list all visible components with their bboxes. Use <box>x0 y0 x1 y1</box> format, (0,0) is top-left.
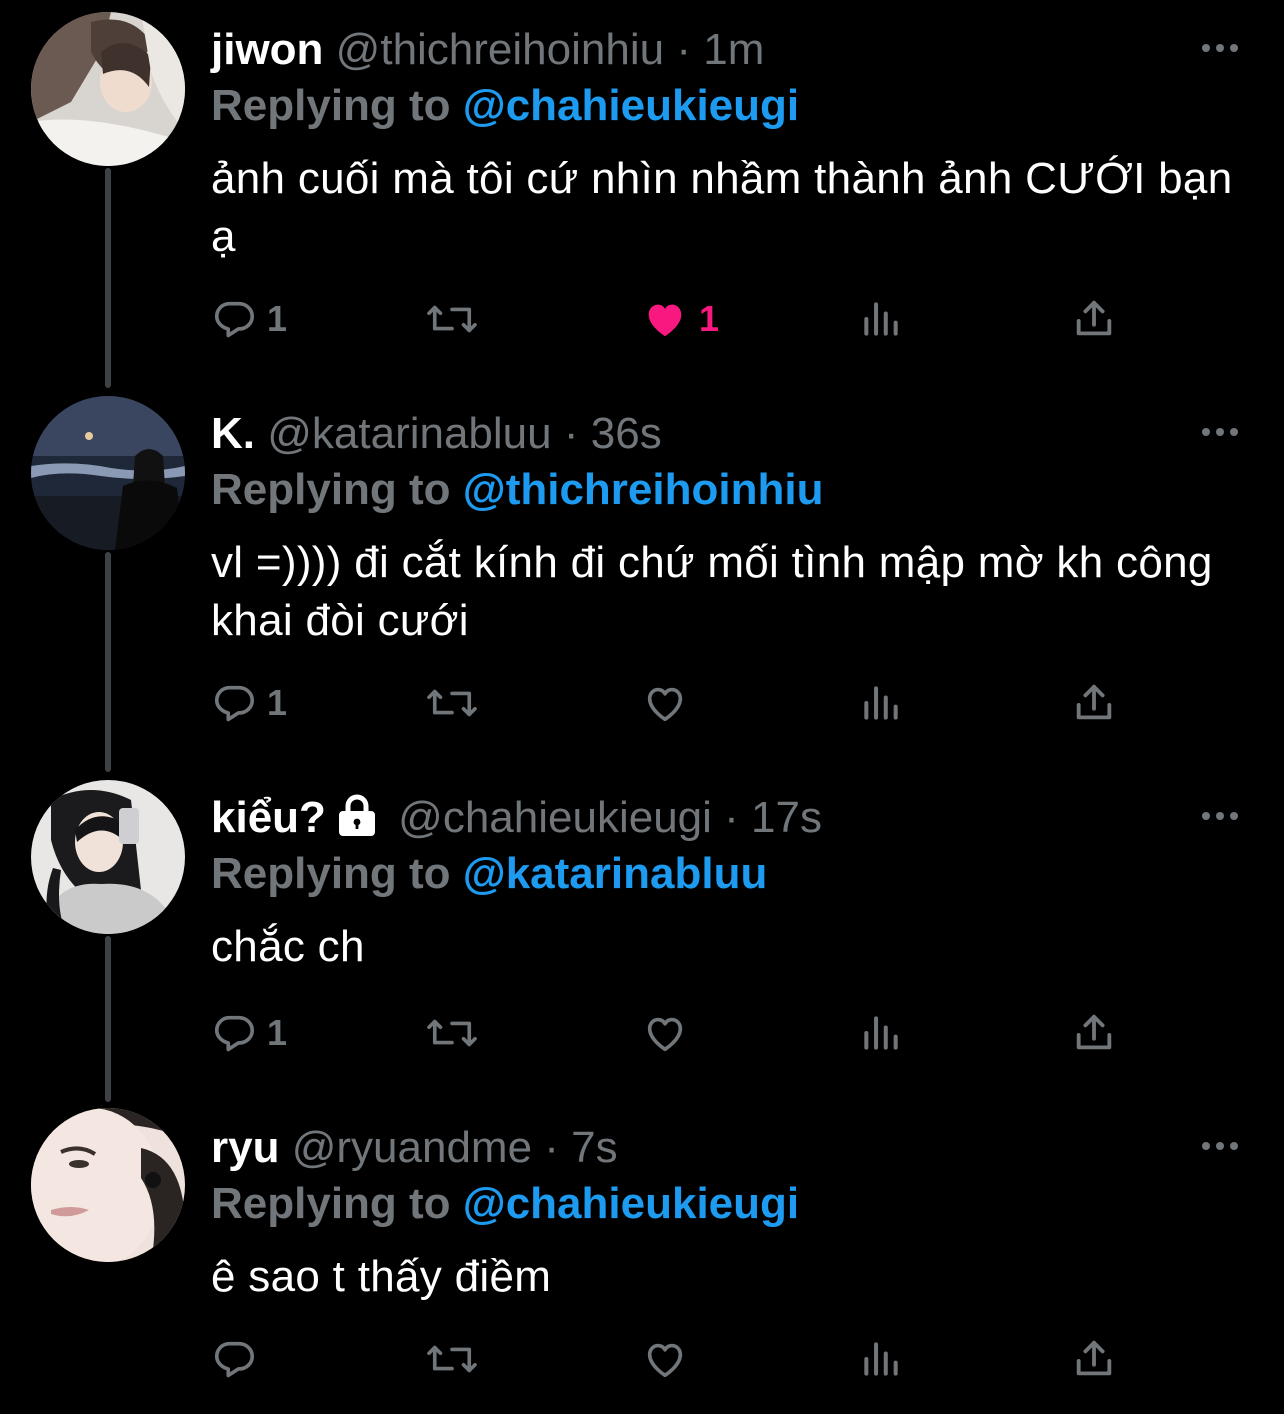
share-button[interactable] <box>1071 1008 1117 1058</box>
display-name[interactable]: K. <box>211 409 255 458</box>
user-handle[interactable]: @thichreihoinhiu <box>336 25 664 74</box>
share-button[interactable] <box>1071 294 1117 344</box>
tweet-header: K. @katarinabluu · 36s <box>211 408 662 460</box>
retweet-icon <box>427 305 477 333</box>
retweet-button[interactable] <box>423 1334 491 1384</box>
replying-to: Replying to @katarinabluu <box>211 848 767 900</box>
retweet-button[interactable] <box>423 1008 491 1058</box>
share-upload-icon <box>1076 300 1112 336</box>
heart-icon <box>647 1343 683 1378</box>
heart-icon <box>647 687 683 722</box>
tweet[interactable]: jiwon @thichreihoinhiu · 1m Replying to … <box>0 10 1284 390</box>
reply-mention-link[interactable]: @katarinabluu <box>463 849 768 898</box>
tweet[interactable]: kiểu? @chahieukieugi · 17s Replying to @… <box>0 778 1284 1104</box>
reply-mention-link[interactable]: @chahieukieugi <box>463 1179 799 1228</box>
views-button[interactable] <box>859 678 903 728</box>
user-handle[interactable]: @ryuandme <box>292 1123 532 1172</box>
heart-icon <box>648 304 682 337</box>
reply-count: 1 <box>267 1012 288 1053</box>
reply-count: 1 <box>267 682 288 723</box>
share-upload-icon <box>1076 684 1112 720</box>
more-horizontal-icon[interactable] <box>1198 1132 1242 1160</box>
tweet-text: vl =)))) đi cắt kính đi chứ mối tình mập… <box>211 538 1213 645</box>
like-button[interactable] <box>641 1334 699 1384</box>
display-name[interactable]: jiwon <box>211 25 323 74</box>
timestamp[interactable]: 17s <box>751 793 822 842</box>
timestamp[interactable]: 7s <box>571 1123 617 1172</box>
heart-icon <box>647 1017 683 1052</box>
replying-to-label: Replying to <box>211 81 451 130</box>
tweet-actions <box>211 1334 1131 1384</box>
conversation-thread: jiwon @thichreihoinhiu · 1m Replying to … <box>0 0 1284 1414</box>
more-horizontal-icon[interactable] <box>1198 418 1242 446</box>
replying-to: Replying to @chahieukieugi <box>211 80 799 132</box>
lock-icon <box>338 794 375 836</box>
reply-mention-link[interactable]: @chahieukieugi <box>463 81 799 130</box>
separator-dot: · <box>676 25 691 74</box>
retweet-icon <box>427 1345 477 1373</box>
tweet-header: jiwon @thichreihoinhiu · 1m <box>211 24 764 76</box>
tweet-text: ê sao t thấy điềm <box>211 1252 552 1301</box>
like-count: 1 <box>699 298 720 339</box>
tweet-header: kiểu? @chahieukieugi · 17s <box>211 792 822 844</box>
like-button[interactable]: 1 <box>641 294 719 344</box>
reply-bubble-icon <box>214 301 255 338</box>
user-handle[interactable]: @katarinabluu <box>267 409 551 458</box>
tweet-actions: 1 <box>211 1008 1131 1058</box>
reply-button[interactable]: 1 <box>211 1008 287 1058</box>
like-button[interactable] <box>641 678 699 728</box>
tweet-text: chắc ch <box>211 922 365 971</box>
retweet-icon <box>427 1019 477 1047</box>
replying-to-label: Replying to <box>211 849 451 898</box>
replying-to-label: Replying to <box>211 1179 451 1228</box>
tweet-actions: 1 <box>211 678 1131 728</box>
share-button[interactable] <box>1071 678 1117 728</box>
separator-dot: · <box>563 409 579 458</box>
display-name[interactable]: ryu <box>211 1123 279 1172</box>
tweet-header: ryu @ryuandme · 7s <box>211 1122 618 1174</box>
reply-count: 1 <box>267 298 288 339</box>
reply-bubble-icon <box>214 1341 255 1378</box>
separator-dot: · <box>544 1123 559 1172</box>
reply-mention-link[interactable]: @thichreihoinhiu <box>463 465 824 514</box>
tweet-text: ảnh cuối mà tôi cứ nhìn nhầm thành ảnh C… <box>211 154 1233 261</box>
reply-bubble-icon <box>214 1015 255 1052</box>
analytics-bars-icon <box>864 302 898 336</box>
user-handle[interactable]: @chahieukieugi <box>398 793 712 842</box>
separator-dot: · <box>724 793 739 842</box>
views-button[interactable] <box>859 294 903 344</box>
replying-to: Replying to @chahieukieugi <box>211 1178 799 1230</box>
views-button[interactable] <box>859 1334 903 1384</box>
more-horizontal-icon[interactable] <box>1198 802 1242 830</box>
avatar[interactable] <box>31 780 185 934</box>
more-horizontal-icon[interactable] <box>1198 34 1242 62</box>
reply-button[interactable] <box>211 1334 267 1384</box>
timestamp[interactable]: 1m <box>703 25 764 74</box>
reply-button[interactable]: 1 <box>211 678 287 728</box>
retweet-button[interactable] <box>423 294 491 344</box>
analytics-bars-icon <box>864 686 898 720</box>
reply-bubble-icon <box>214 685 255 722</box>
tweet[interactable]: K. @katarinabluu · 36s Replying to @thic… <box>0 394 1284 774</box>
avatar[interactable] <box>31 1108 185 1262</box>
reply-button[interactable]: 1 <box>211 294 287 344</box>
replying-to: Replying to @thichreihoinhiu <box>211 464 823 516</box>
tweet-actions: 1 1 <box>211 294 1131 344</box>
retweet-button[interactable] <box>423 678 491 728</box>
share-upload-icon <box>1076 1340 1112 1376</box>
display-name[interactable]: kiểu? <box>211 793 326 842</box>
analytics-bars-icon <box>864 1342 898 1376</box>
retweet-icon <box>427 689 477 717</box>
like-button[interactable] <box>641 1008 699 1058</box>
analytics-bars-icon <box>864 1016 898 1050</box>
avatar[interactable] <box>31 396 185 550</box>
share-button[interactable] <box>1071 1334 1117 1384</box>
share-upload-icon <box>1076 1014 1112 1050</box>
tweet[interactable]: ryu @ryuandme · 7s Replying to @chahieuk… <box>0 1108 1284 1414</box>
replying-to-label: Replying to <box>211 465 451 514</box>
views-button[interactable] <box>859 1008 903 1058</box>
avatar[interactable] <box>31 12 185 166</box>
timestamp[interactable]: 36s <box>591 409 662 458</box>
